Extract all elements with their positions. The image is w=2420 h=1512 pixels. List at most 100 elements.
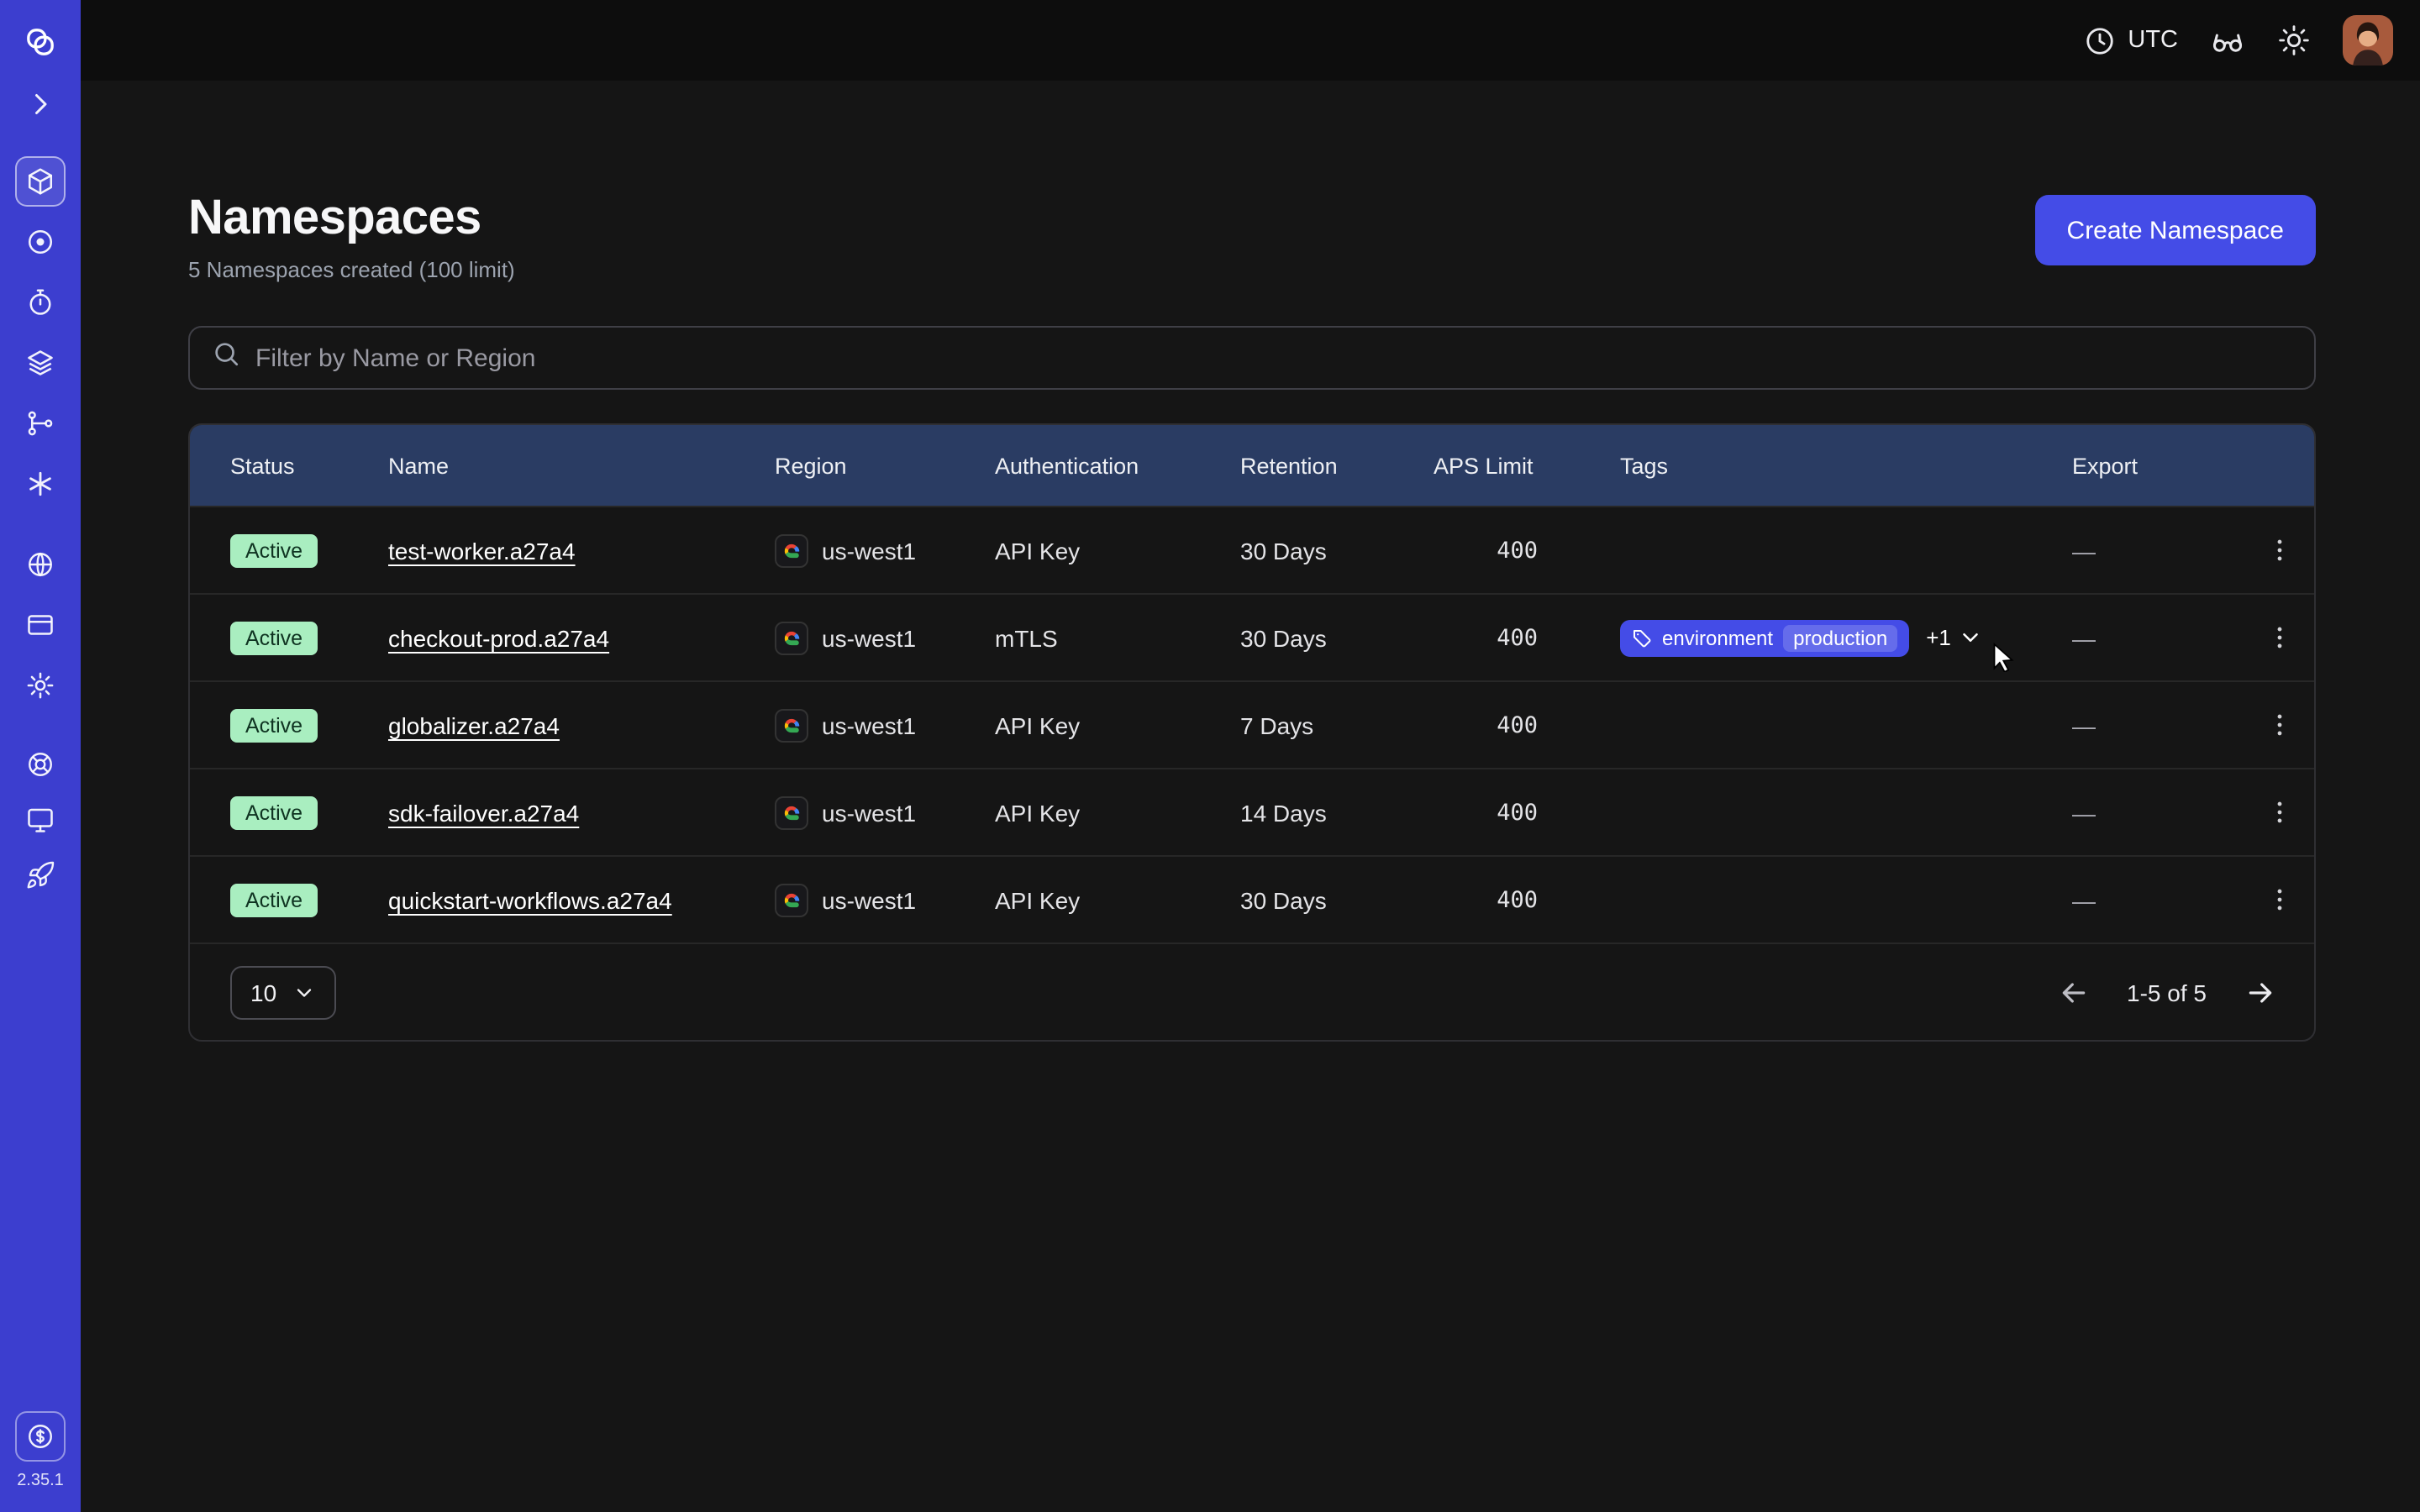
- rocket-icon: [25, 860, 55, 890]
- table-row: Active test-worker.a27a4 us-west1 API Ke…: [190, 507, 2314, 594]
- tags-expand-button[interactable]: +1: [1926, 626, 1983, 651]
- sidebar-expand-chevron-icon[interactable]: [17, 81, 64, 128]
- status-badge: Active: [230, 796, 318, 830]
- pagination: 1-5 of 5: [2056, 976, 2277, 1010]
- retention-label: 7 Days: [1240, 712, 1434, 739]
- sidebar-item-batch[interactable]: [17, 460, 64, 507]
- search-input[interactable]: [255, 344, 2292, 373]
- sidebar-item-support[interactable]: [17, 741, 64, 788]
- row-kebab-menu[interactable]: [2242, 711, 2316, 740]
- theme-sun-icon[interactable]: [2277, 24, 2311, 57]
- asterisk-icon: [25, 469, 55, 499]
- monitor-icon: [25, 805, 55, 835]
- chevron-down-icon: [1958, 626, 1983, 651]
- namespace-link[interactable]: test-worker.a27a4: [388, 538, 576, 564]
- sidebar: 2.35.1: [0, 0, 81, 1512]
- retention-label: 30 Days: [1240, 538, 1434, 564]
- layers-icon: [25, 348, 55, 378]
- retention-label: 30 Days: [1240, 887, 1434, 914]
- table-row: Active globalizer.a27a4 us-west1 API Key…: [190, 681, 2314, 769]
- sidebar-item-docs[interactable]: [17, 796, 64, 843]
- sidebar-item-usage[interactable]: [15, 1411, 66, 1462]
- gcp-logo-icon: [775, 796, 808, 830]
- target-icon: [25, 227, 55, 257]
- namespace-link[interactable]: quickstart-workflows.a27a4: [388, 887, 672, 914]
- cube-icon: [25, 166, 55, 197]
- aps-limit-value: 400: [1434, 625, 1620, 652]
- tag-chip[interactable]: environment production: [1620, 620, 1909, 657]
- auth-label: mTLS: [995, 625, 1240, 652]
- col-authentication: Authentication: [995, 454, 1240, 479]
- col-retention: Retention: [1240, 454, 1434, 479]
- create-namespace-button[interactable]: Create Namespace: [2035, 195, 2316, 265]
- sidebar-item-schedules[interactable]: [17, 279, 64, 326]
- table-row: Active quickstart-workflows.a27a4 us-wes…: [190, 856, 2314, 943]
- table-footer: 10 1-5 of 5: [190, 943, 2314, 1041]
- retention-label: 14 Days: [1240, 800, 1434, 827]
- filter-search: [188, 327, 2316, 391]
- row-kebab-menu[interactable]: [2242, 799, 2316, 827]
- tag-icon: [1632, 628, 1652, 648]
- status-badge: Active: [230, 534, 318, 568]
- gear-icon: [25, 670, 55, 701]
- gcp-logo-icon: [775, 884, 808, 917]
- col-status: Status: [190, 454, 388, 479]
- temporal-logo-icon[interactable]: [17, 18, 64, 66]
- col-export: Export: [2072, 454, 2242, 479]
- namespace-link[interactable]: globalizer.a27a4: [388, 712, 560, 739]
- sidebar-item-namespaces[interactable]: [15, 156, 66, 207]
- usage-dollar-icon: [25, 1421, 55, 1452]
- export-value: —: [2072, 538, 2242, 564]
- topbar: UTC: [81, 0, 2420, 81]
- status-badge: Active: [230, 709, 318, 743]
- table-row: Active sdk-failover.a27a4 us-west1 API K…: [190, 769, 2314, 856]
- aps-limit-value: 400: [1434, 800, 1620, 827]
- aps-limit-value: 400: [1434, 887, 1620, 914]
- sidebar-item-nexus[interactable]: [17, 400, 64, 447]
- gcp-logo-icon: [775, 709, 808, 743]
- export-value: —: [2072, 800, 2242, 827]
- sidebar-item-regions[interactable]: [17, 541, 64, 588]
- region-label: us-west1: [822, 887, 916, 914]
- col-region: Region: [775, 454, 995, 479]
- app-version: 2.35.1: [0, 1472, 81, 1490]
- sidebar-item-getting-started[interactable]: [17, 852, 64, 899]
- export-value: —: [2072, 712, 2242, 739]
- sidebar-item-target[interactable]: [17, 218, 64, 265]
- sidebar-item-settings[interactable]: [17, 662, 64, 709]
- region-label: us-west1: [822, 800, 916, 827]
- main-content: Namespaces 5 Namespaces created (100 lim…: [81, 81, 2420, 1512]
- prev-page-button[interactable]: [2056, 976, 2090, 1010]
- chevron-down-icon: [292, 981, 315, 1005]
- sidebar-item-deployments[interactable]: [17, 339, 64, 386]
- next-page-button[interactable]: [2244, 976, 2277, 1010]
- app-root: 2.35.1 UTC Namespaces 5 Namespaces creat…: [0, 0, 2420, 1512]
- export-value: —: [2072, 625, 2242, 652]
- namespace-link[interactable]: sdk-failover.a27a4: [388, 800, 579, 827]
- lifebuoy-icon: [25, 749, 55, 780]
- namespace-link[interactable]: checkout-prod.a27a4: [388, 625, 609, 652]
- col-tags: Tags: [1620, 454, 2072, 479]
- auth-label: API Key: [995, 538, 1240, 564]
- auth-label: API Key: [995, 887, 1240, 914]
- table-row: Active checkout-prod.a27a4 us-west1 mTLS…: [190, 594, 2314, 681]
- status-badge: Active: [230, 884, 318, 917]
- page-size-select[interactable]: 10: [230, 966, 335, 1020]
- row-kebab-menu[interactable]: [2242, 537, 2316, 565]
- labs-glasses-icon[interactable]: [2210, 23, 2245, 58]
- search-icon: [212, 340, 240, 377]
- user-avatar[interactable]: [2343, 15, 2393, 66]
- page-title: Namespaces: [188, 192, 515, 248]
- region-label: us-west1: [822, 625, 916, 652]
- namespaces-table: Status Name Region Authentication Retent…: [188, 424, 2316, 1042]
- sidebar-item-billing[interactable]: [17, 601, 64, 648]
- tag-key: environment: [1662, 627, 1773, 650]
- row-kebab-menu[interactable]: [2242, 624, 2316, 653]
- branch-icon: [25, 408, 55, 438]
- timezone-button[interactable]: UTC: [2084, 24, 2178, 56]
- region-label: us-west1: [822, 712, 916, 739]
- timezone-label: UTC: [2128, 27, 2178, 54]
- retention-label: 30 Days: [1240, 625, 1434, 652]
- clock-icon: [2084, 24, 2116, 56]
- row-kebab-menu[interactable]: [2242, 886, 2316, 915]
